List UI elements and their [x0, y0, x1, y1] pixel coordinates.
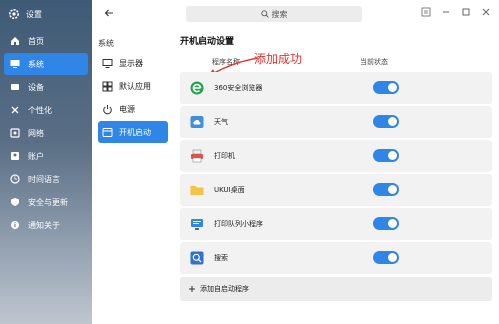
app-title-text: 设置: [26, 9, 42, 19]
settings-gear-icon: [9, 9, 19, 19]
nav-item-network[interactable]: 网络: [4, 122, 88, 144]
app-name: 打印队列小程序: [214, 220, 263, 228]
startup-app-row: 天气: [180, 106, 492, 138]
sub-item-label: 开机启动: [119, 127, 151, 137]
nav-item-notice-about[interactable]: 通知关于: [4, 214, 88, 236]
startup-app-row: 打印队列小程序: [180, 208, 492, 240]
nav-item-label: 个性化: [28, 105, 52, 115]
weather-icon: [190, 116, 204, 128]
nav-item-label: 通知关于: [28, 220, 60, 230]
startup-app-row: 搜索: [180, 242, 492, 274]
sub-item-label: 电源: [119, 104, 135, 114]
default-apps-icon: [102, 81, 113, 91]
display-icon: [102, 58, 113, 68]
startup-app-list: 360安全浏览器 天气 打印机 UKUI桌面 打印队列小程序 搜索: [180, 72, 492, 276]
menu-icon[interactable]: [421, 7, 431, 17]
nav-item-security[interactable]: 安全与更新: [4, 191, 88, 213]
printer-icon: [191, 149, 203, 163]
startup-app-row: 360安全浏览器: [180, 72, 492, 104]
nav-item-account[interactable]: 账户: [4, 145, 88, 167]
search-placeholder: 搜索: [271, 9, 288, 19]
nav-item-label: 账户: [28, 151, 44, 161]
column-header-state: 当前状态: [360, 58, 388, 66]
startup-toggle[interactable]: [373, 149, 399, 162]
startup-toggle[interactable]: [373, 81, 399, 94]
nav-list: 首页 系统 设备 个性化 网络 账户 时间语言 安全与更新 通知关于: [4, 30, 88, 237]
clock-icon: [10, 174, 20, 184]
browser-360-icon: [190, 81, 204, 95]
network-icon: [10, 128, 20, 138]
nav-item-personalize[interactable]: 个性化: [4, 99, 88, 121]
startup-toggle[interactable]: [373, 217, 399, 230]
startup-icon: [102, 127, 113, 137]
startup-toggle[interactable]: [373, 183, 399, 196]
startup-toggle[interactable]: [373, 115, 399, 128]
nav-item-home[interactable]: 首页: [4, 30, 88, 52]
sub-item-display[interactable]: 显示器: [98, 52, 168, 74]
app-name: 搜索: [214, 254, 228, 262]
add-startup-program-button[interactable]: 添加自启动程序: [180, 277, 492, 301]
minimize-icon[interactable]: [441, 7, 451, 17]
app-title: 设置: [8, 8, 42, 20]
sub-nav-pane: 系统 显示器 默认应用 电源 开机启动: [92, 0, 172, 324]
nav-item-label: 时间语言: [28, 174, 60, 184]
app-name: UKUI桌面: [214, 186, 245, 194]
nav-item-devices[interactable]: 设备: [4, 76, 88, 98]
info-icon: [11, 221, 19, 229]
print-queue-icon: [191, 219, 203, 230]
nav-item-label: 网络: [28, 128, 44, 138]
section-label: 系统: [98, 39, 114, 48]
sub-nav-list: 显示器 默认应用 电源 开机启动: [98, 52, 168, 144]
account-icon: [11, 152, 19, 160]
app-name: 360安全浏览器: [214, 84, 263, 92]
nav-item-label: 首页: [28, 36, 44, 46]
search-icon: [260, 10, 269, 18]
nav-item-label: 设备: [28, 82, 44, 92]
close-icon[interactable]: [481, 7, 491, 17]
search-app-icon: [190, 251, 204, 265]
sub-item-label: 显示器: [119, 58, 143, 68]
nav-item-system[interactable]: 系统: [4, 53, 88, 75]
startup-app-row: UKUI桌面: [180, 174, 492, 206]
power-icon: [103, 104, 112, 114]
add-startup-label: 添加自启动程序: [200, 285, 249, 293]
sub-item-power[interactable]: 电源: [98, 98, 168, 120]
window-controls: [421, 7, 491, 17]
title-bar: 搜索: [172, 0, 499, 28]
palette-icon: [11, 106, 19, 114]
search-input[interactable]: 搜索: [186, 6, 362, 22]
startup-app-row: 打印机: [180, 140, 492, 172]
left-nav-pane: 设置 首页 系统 设备 个性化 网络 账户 时间语言 安全与更新 通知关于: [0, 0, 92, 324]
shield-icon: [11, 198, 19, 206]
sub-item-label: 默认应用: [119, 81, 151, 91]
sub-item-default-apps[interactable]: 默认应用: [98, 75, 168, 97]
sub-item-startup[interactable]: 开机启动: [98, 121, 168, 143]
app-name: 打印机: [214, 152, 235, 160]
home-icon: [11, 37, 19, 45]
device-icon: [11, 84, 19, 90]
nav-item-label: 系统: [28, 59, 44, 69]
success-annotation: 添加成功: [254, 52, 303, 66]
nav-item-label: 安全与更新: [28, 197, 68, 207]
plus-icon: [189, 286, 195, 292]
page-title: 开机启动设置: [180, 37, 235, 47]
maximize-icon[interactable]: [461, 7, 471, 17]
monitor-icon: [10, 60, 20, 68]
nav-item-time-language[interactable]: 时间语言: [4, 168, 88, 190]
startup-toggle[interactable]: [373, 251, 399, 264]
main-pane: 搜索 开机启动设置 程序名称 当前状态 添加成功 360安全浏览器 天气 打印机: [172, 0, 499, 324]
back-arrow-icon[interactable]: [104, 8, 114, 18]
app-name: 天气: [214, 118, 228, 126]
folder-icon: [190, 186, 204, 195]
